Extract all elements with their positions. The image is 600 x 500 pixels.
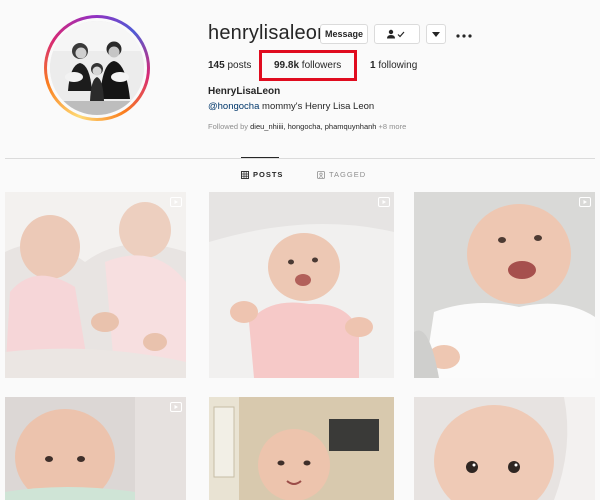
post-thumbnail[interactable] <box>5 192 186 378</box>
ellipsis-icon[interactable] <box>456 25 472 43</box>
profile-bio: @hongocha mommy's Henry Lisa Leon <box>208 101 374 112</box>
tab-tagged-label: TAGGED <box>329 170 367 179</box>
followed-by-line[interactable]: Followed by dieu_nhiiii, hongocha, phamq… <box>208 122 406 131</box>
post-thumbnail[interactable] <box>209 192 394 378</box>
message-button[interactable]: Message <box>320 24 368 44</box>
post-thumbnail[interactable] <box>5 397 186 500</box>
tabs-divider <box>5 158 595 159</box>
tab-tagged[interactable]: TAGGED <box>317 170 366 179</box>
baby-photo <box>414 192 595 378</box>
active-tab-indicator <box>241 157 279 158</box>
tab-posts-label: POSTS <box>253 170 284 179</box>
profile-full-name: HenryLisaLeon <box>208 86 281 97</box>
chevron-down-icon <box>432 31 440 37</box>
more-options-dropdown[interactable] <box>426 24 446 44</box>
video-icon <box>170 402 182 412</box>
followed-by-names: dieu_nhiiii, hongocha, phamquynhanh <box>250 122 377 131</box>
avatar-gap <box>47 18 147 118</box>
profile-username: henrylisaleon <box>208 22 329 44</box>
following-button[interactable] <box>374 24 420 44</box>
tab-posts[interactable]: POSTS <box>241 170 283 179</box>
baby-photo <box>209 397 394 500</box>
baby-photo <box>5 397 186 500</box>
baby-photo <box>414 397 595 500</box>
profile-avatar-ring[interactable] <box>44 15 150 121</box>
following-label: following <box>375 60 418 71</box>
followed-by-prefix: Followed by <box>208 122 251 131</box>
grid-icon <box>241 170 249 179</box>
posts-count-stat: 145 posts <box>208 60 251 71</box>
video-icon <box>579 197 591 207</box>
post-thumbnail[interactable] <box>209 397 394 500</box>
bio-mention-link[interactable]: @hongocha <box>208 101 259 112</box>
followed-by-more: +8 more <box>376 122 407 131</box>
avatar <box>50 21 144 115</box>
post-thumbnail[interactable] <box>414 397 595 500</box>
following-stat-link[interactable]: 1 following <box>370 60 417 71</box>
person-check-icon <box>387 29 405 39</box>
bio-text: mommy's Henry Lisa Leon <box>259 101 375 112</box>
video-icon <box>170 197 182 207</box>
tagged-user-icon <box>317 170 325 179</box>
baby-photo <box>209 192 394 378</box>
followers-stat-link[interactable]: 99.8k followers <box>274 60 341 71</box>
followers-label: followers <box>299 60 342 71</box>
post-thumbnail[interactable] <box>414 192 595 378</box>
baby-photo <box>5 192 186 378</box>
followers-count: 99.8k <box>274 60 300 71</box>
video-icon <box>378 197 390 207</box>
family-photo <box>50 21 144 115</box>
posts-count: 145 <box>208 60 225 71</box>
posts-label: posts <box>224 60 252 71</box>
